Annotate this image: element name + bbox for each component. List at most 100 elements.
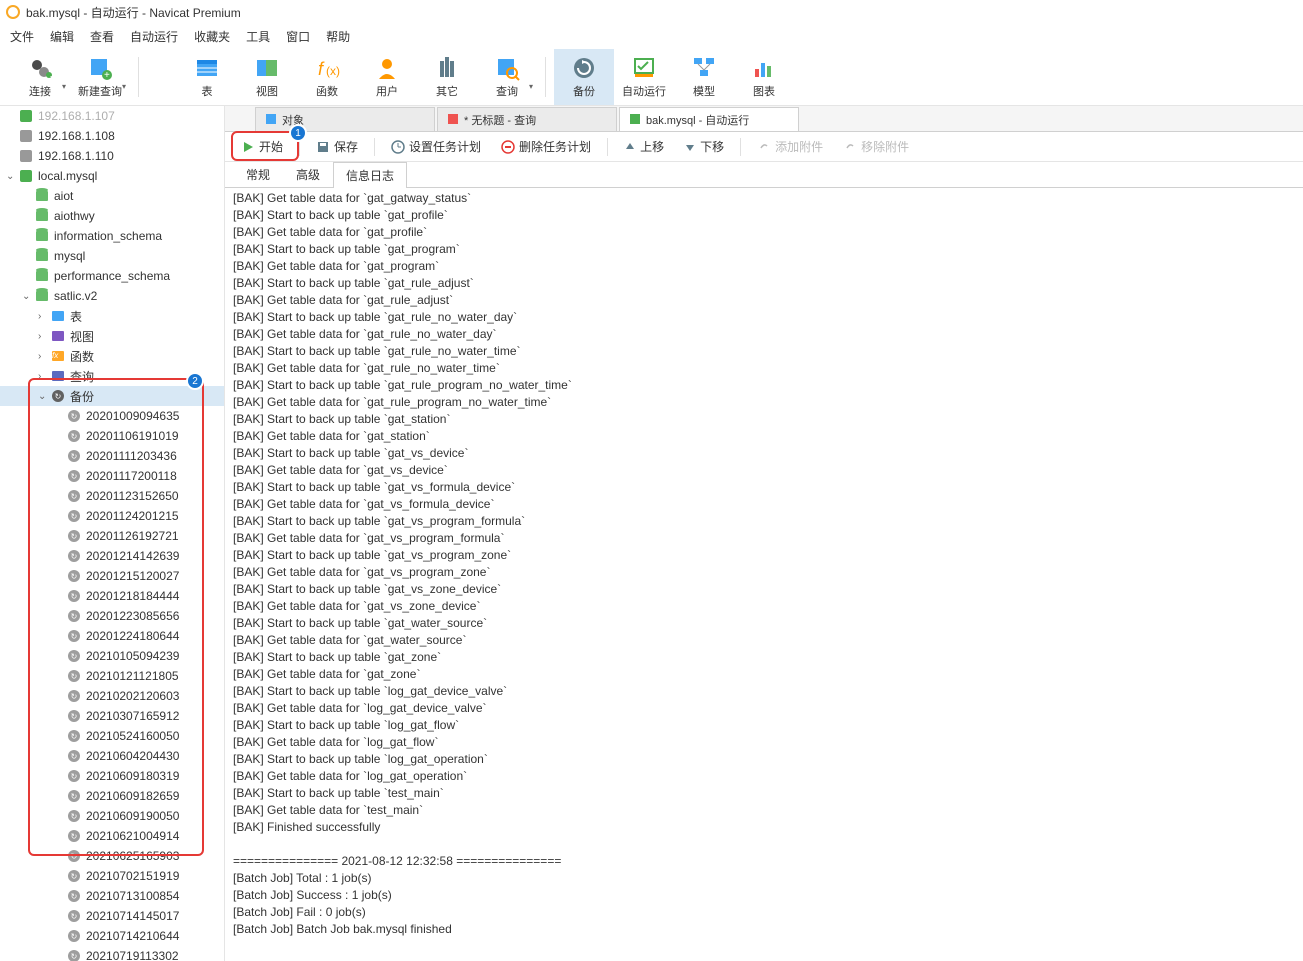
tree-node[interactable]: ↻20210121121805 [0, 666, 224, 686]
toolbar-new-query[interactable]: +新建查询▾ [70, 49, 130, 105]
tree-node[interactable]: ↻20201215120027 [0, 566, 224, 586]
window-title: bak.mysql - 自动运行 - Navicat Premium [26, 4, 241, 21]
toolbar-model[interactable]: 模型 [674, 49, 734, 105]
toolbar-charts[interactable]: 图表 [734, 49, 794, 105]
tree-label: 192.168.1.110 [38, 149, 114, 163]
sub-tab-1[interactable]: 高级 [283, 161, 333, 187]
tree-icon: ↻ [66, 629, 82, 643]
save-button[interactable]: 保存 [308, 136, 366, 157]
dropdown-icon: ▾ [62, 82, 66, 91]
menu-2[interactable]: 查看 [90, 28, 114, 45]
tab-icon [630, 114, 642, 126]
toolbar-queries[interactable]: 查询▾ [477, 49, 537, 105]
toolbar-users[interactable]: 用户 [357, 49, 417, 105]
tree-node[interactable]: ↻20201123152650 [0, 486, 224, 506]
btn-label: 设置任务计划 [409, 138, 481, 155]
menu-7[interactable]: 帮助 [326, 28, 350, 45]
tree-node[interactable]: ↻20201218184444 [0, 586, 224, 606]
new-query-icon: + [87, 55, 113, 81]
tree-node[interactable]: ↻20210609180319 [0, 766, 224, 786]
log-line: [BAK] Get table data for `log_gat_device… [233, 700, 1295, 717]
tables-icon [194, 55, 220, 81]
tree-node[interactable]: ↻20210714145017 [0, 906, 224, 926]
tree-node[interactable]: ↻20201009094635 [0, 406, 224, 426]
toolbar-label: 其它 [436, 83, 458, 99]
tree-node[interactable]: ⌄local.mysql [0, 166, 224, 186]
tree-icon: ↻ [66, 609, 82, 623]
tree-node[interactable]: ↻20201214142639 [0, 546, 224, 566]
tree-node[interactable]: ↻20201126192721 [0, 526, 224, 546]
sub-tab-2[interactable]: 信息日志 [333, 162, 407, 188]
sidebar[interactable]: 2 192.168.1.107192.168.1.108192.168.1.11… [0, 106, 225, 961]
tree-node[interactable]: ↻20201106191019 [0, 426, 224, 446]
tree-node[interactable]: ↻20210524160050 [0, 726, 224, 746]
tree-node[interactable]: performance_schema [0, 266, 224, 286]
tree-node[interactable]: aiothwy [0, 206, 224, 226]
tree-node[interactable]: 192.168.1.107 [0, 106, 224, 126]
delete-schedule-button[interactable]: 删除任务计划 [493, 136, 599, 157]
tree-node[interactable]: ↻20210713100854 [0, 886, 224, 906]
tree-node[interactable]: ↻20210625165903 [0, 846, 224, 866]
tree-node[interactable]: mysql [0, 246, 224, 266]
tree-node[interactable]: ›fx函数 [0, 346, 224, 366]
log-line: [Batch Job] Fail : 0 job(s) [233, 904, 1295, 921]
log-line: [Batch Job] Batch Job bak.mysql finished [233, 921, 1295, 938]
menu-1[interactable]: 编辑 [50, 28, 74, 45]
log-line: [BAK] Get table data for `gat_vs_formula… [233, 496, 1295, 513]
tree-node[interactable]: 192.168.1.110 [0, 146, 224, 166]
toolbar-tables[interactable]: 表 [177, 49, 237, 105]
menu-4[interactable]: 收藏夹 [194, 28, 230, 45]
menu-3[interactable]: 自动运行 [130, 28, 178, 45]
tree-node[interactable]: ↻20210621004914 [0, 826, 224, 846]
move-up-button[interactable]: 上移 [616, 136, 672, 157]
menu-6[interactable]: 窗口 [286, 28, 310, 45]
tree-node[interactable]: ↻20201224180644 [0, 626, 224, 646]
titlebar: bak.mysql - 自动运行 - Navicat Premium [0, 0, 1303, 24]
tab-row: 对象* 无标题 - 查询bak.mysql - 自动运行 [225, 106, 1303, 132]
tree-node[interactable]: ↻20210719113302 [0, 946, 224, 961]
tree-node[interactable]: ›视图 [0, 326, 224, 346]
toolbar-automation[interactable]: 自动运行 [614, 49, 674, 105]
tab-untitled-query[interactable]: * 无标题 - 查询 [437, 107, 617, 131]
tree-node[interactable]: 192.168.1.108 [0, 126, 224, 146]
tree-label: 192.168.1.108 [38, 129, 115, 143]
tab-objects[interactable]: 对象 [255, 107, 435, 131]
tree-node[interactable]: ↻20201111203436 [0, 446, 224, 466]
toolbar-backup[interactable]: 备份 [554, 49, 614, 105]
log-line: [BAK] Get table data for `gat_rule_no_wa… [233, 360, 1295, 377]
toolbar-others[interactable]: 其它 [417, 49, 477, 105]
set-schedule-button[interactable]: 设置任务计划 [383, 136, 489, 157]
menu-0[interactable]: 文件 [10, 28, 34, 45]
tree-node[interactable]: ↻20210609190050 [0, 806, 224, 826]
tree-label: 备份 [70, 388, 94, 405]
start-button[interactable]: 开始 [233, 136, 291, 157]
tab-bak-mysql-auto[interactable]: bak.mysql - 自动运行 [619, 107, 799, 131]
svg-text:f: f [318, 59, 325, 79]
tree-node[interactable]: ↻20210714210644 [0, 926, 224, 946]
log-area[interactable]: [BAK] Get table data for `gat_gatway_sta… [225, 188, 1303, 961]
tree-node[interactable]: ↻20210202120603 [0, 686, 224, 706]
tree-node[interactable]: ↻20201223085656 [0, 606, 224, 626]
tree-icon: ↻ [66, 469, 82, 483]
log-line: [BAK] Start to back up table `log_gat_op… [233, 751, 1295, 768]
log-line: [BAK] Start to back up table `gat_rule_p… [233, 377, 1295, 394]
toolbar-connect[interactable]: +连接▾ [10, 49, 70, 105]
tree-node[interactable]: ↻20210702151919 [0, 866, 224, 886]
tree-node[interactable]: ›表 [0, 306, 224, 326]
tree-node[interactable]: ↻20210604204430 [0, 746, 224, 766]
sub-tab-0[interactable]: 常规 [233, 161, 283, 187]
tree-node[interactable]: ↻20210105094239 [0, 646, 224, 666]
toolbar-views[interactable]: 视图 [237, 49, 297, 105]
log-line: [BAK] Get table data for `gat_gatway_sta… [233, 190, 1295, 207]
tree-node[interactable]: information_schema [0, 226, 224, 246]
tree-node[interactable]: ⌄satlic.v2 [0, 286, 224, 306]
tree-node[interactable]: ↻20201124201215 [0, 506, 224, 526]
move-down-button[interactable]: 下移 [676, 136, 732, 157]
tree-node[interactable]: ↻20201117200118 [0, 466, 224, 486]
tree-node[interactable]: aiot [0, 186, 224, 206]
tree-node[interactable]: ↻20210609182659 [0, 786, 224, 806]
toolbar-functions[interactable]: f(x)函数 [297, 49, 357, 105]
menu-5[interactable]: 工具 [246, 28, 270, 45]
tree-node[interactable]: ↻20210307165912 [0, 706, 224, 726]
model-icon [691, 55, 717, 81]
